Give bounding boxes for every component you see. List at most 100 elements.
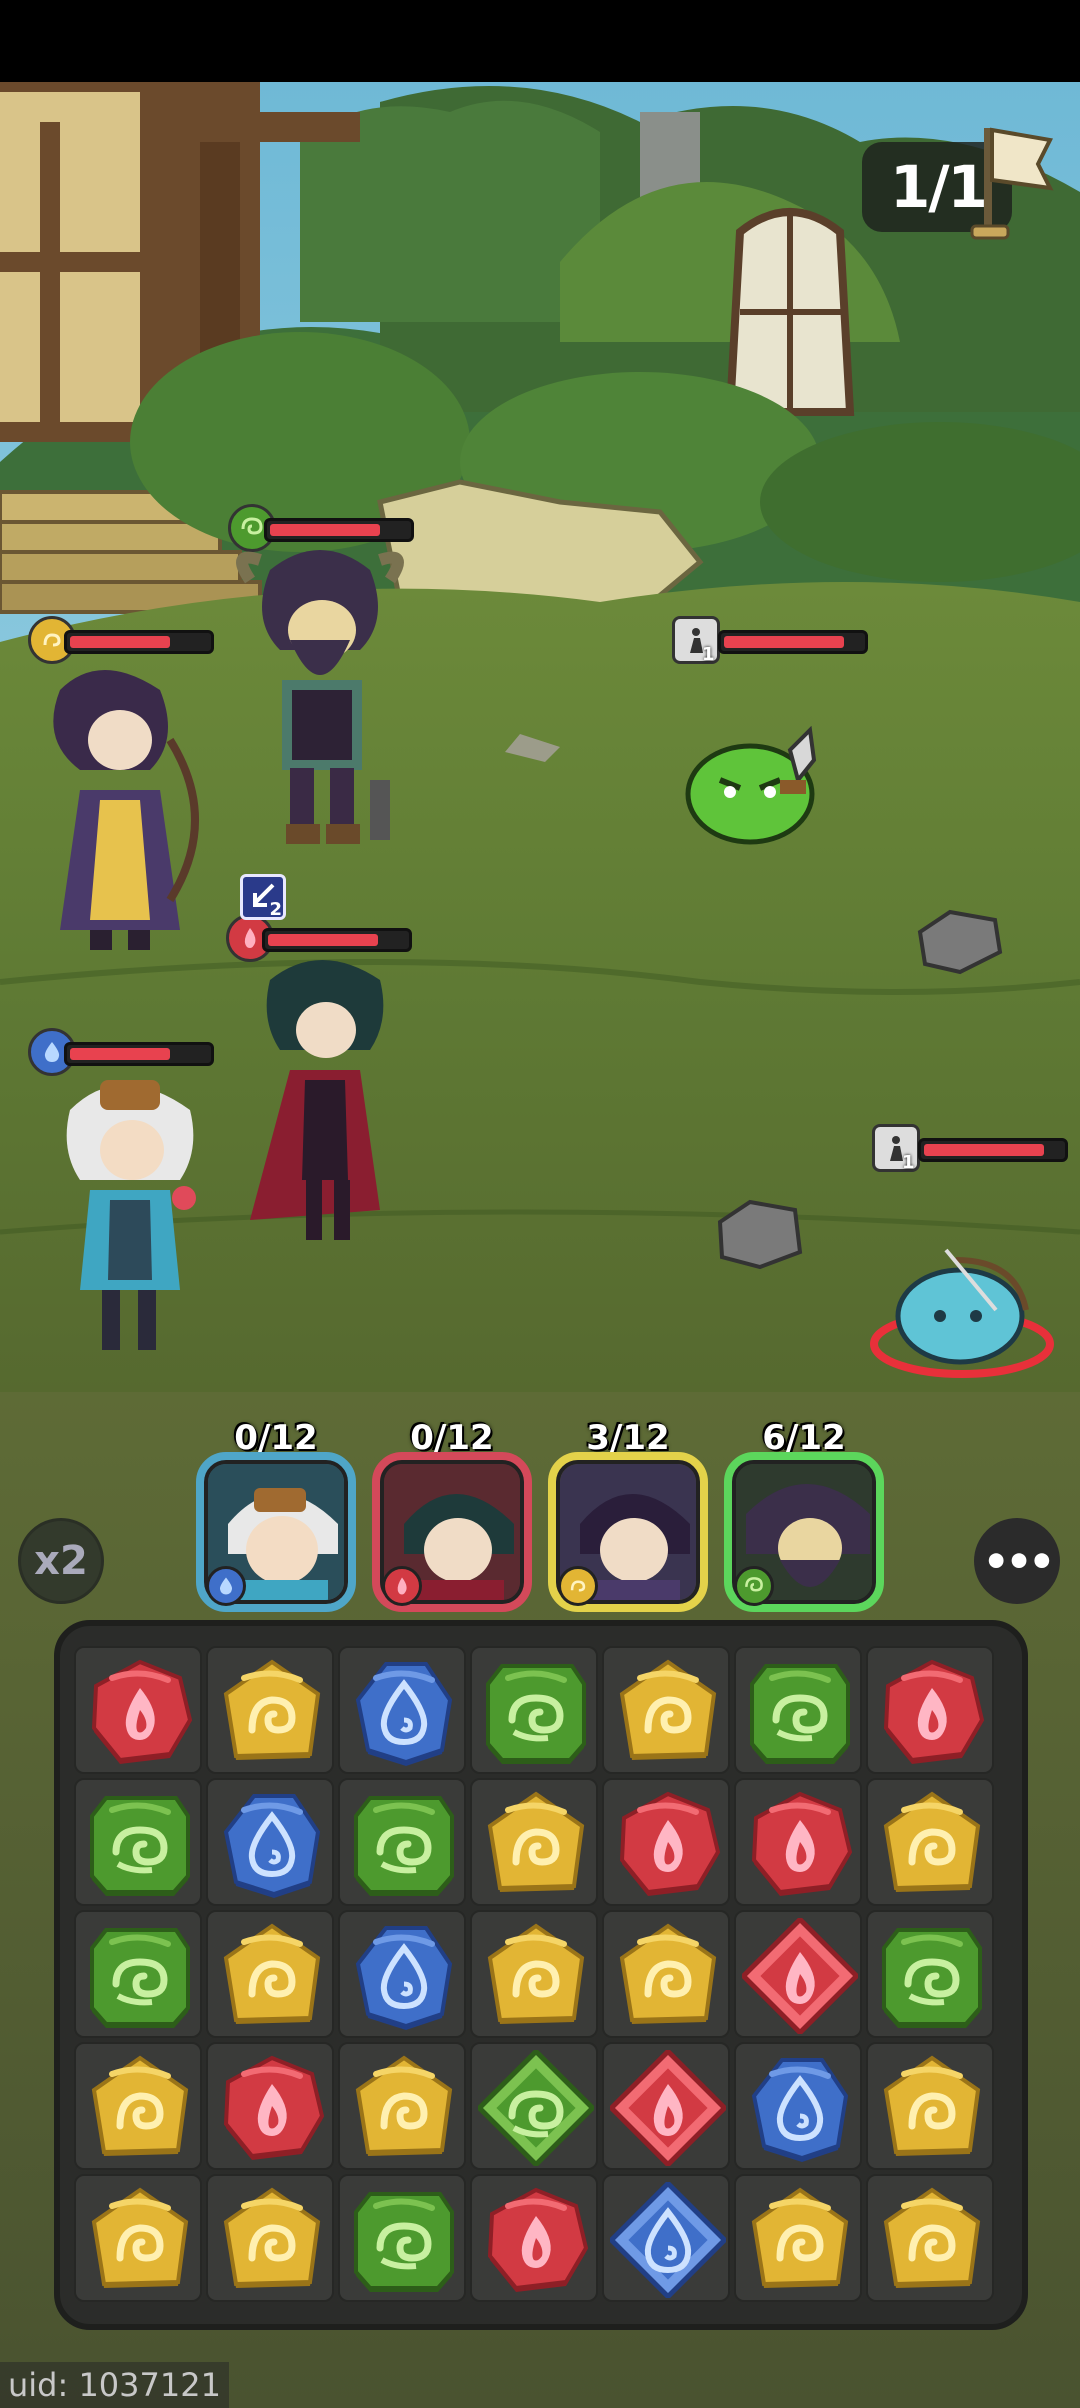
enemy-2-hp-bar [918,1138,1068,1162]
warrior-hp-bar [264,518,414,542]
fire-gem[interactable] [602,1778,730,1906]
water-gem[interactable] [338,1646,466,1774]
hero-skill-warrior[interactable] [724,1440,892,1612]
tinker-character[interactable] [40,1070,220,1360]
green-slime-enemy[interactable] [680,720,840,850]
earth-gem-icon [223,1923,321,2024]
fire-gem[interactable] [734,1778,862,1906]
fire-gem-icon [751,1791,853,1896]
buff-badge-value: 2 [269,899,282,920]
wind-gem-icon [750,1664,850,1764]
earth-gem-icon [91,2055,189,2156]
earth-gem-icon [487,1791,585,1892]
archer-character[interactable] [20,660,220,960]
earth-gem-icon [619,1659,717,1760]
earth-gem-icon [223,2187,321,2288]
water-element-icon [206,1566,246,1606]
wind-gem[interactable] [470,1646,598,1774]
special-wind-gem[interactable] [470,2042,598,2170]
wind-gem-icon [486,1664,586,1764]
earth-gem[interactable] [206,2174,334,2302]
attack-buff-badge: 2 [240,874,286,920]
fire-gem-icon [619,1791,721,1896]
enemy-1-level: 1 [702,644,715,665]
water-gem-icon [610,2182,726,2298]
swordsman-character[interactable] [230,950,410,1250]
earth-gem-icon [619,1923,717,2024]
water-gem[interactable] [734,2042,862,2170]
status-bar [0,0,1080,82]
fire-gem-icon [91,1659,193,1764]
earth-gem[interactable] [866,2042,994,2170]
special-fire-gem[interactable] [734,1910,862,2038]
gem-grid [74,1646,1006,2310]
earth-gem-icon [487,1923,585,2024]
earth-gem[interactable] [866,2174,994,2302]
wind-gem-icon [354,1796,454,1896]
earth-gem[interactable] [206,1646,334,1774]
enemy-1-hp-bar [718,630,868,654]
more-menu-button[interactable]: ••• [974,1518,1060,1604]
fire-gem[interactable] [74,1646,202,1774]
earth-gem-icon [751,2187,849,2288]
wind-gem-icon [882,1928,982,2028]
earth-gem[interactable] [470,1910,598,2038]
water-gem-icon [751,2058,849,2162]
earth-gem[interactable] [602,1910,730,2038]
speed-label: x2 [34,1538,88,1584]
earth-gem[interactable] [602,1646,730,1774]
water-gem-icon [355,1662,453,1766]
wind-gem[interactable] [338,1778,466,1906]
earth-gem[interactable] [866,1778,994,1906]
hero-skill-swordsman[interactable] [372,1440,540,1612]
earth-gem[interactable] [74,2042,202,2170]
earth-gem-icon [355,2055,453,2156]
water-gem-icon [223,1794,321,1898]
wind-gem-icon [90,1796,190,1896]
fire-element-icon [382,1566,422,1606]
hero-skill-archer[interactable] [548,1440,716,1612]
tinker-hp-bar [64,1042,214,1066]
water-gem[interactable] [338,1910,466,2038]
earth-gem[interactable] [470,1778,598,1906]
wind-gem-icon [478,2050,594,2166]
fire-gem[interactable] [470,2174,598,2302]
blue-slime-enemy[interactable] [866,1240,1056,1390]
earth-gem-icon [91,2187,189,2288]
earth-gem-icon [223,1659,321,1760]
fire-gem[interactable] [866,1646,994,1774]
hero-skill-tinker[interactable] [196,1440,364,1612]
archer-hp-bar [64,630,214,654]
earth-gem[interactable] [206,1910,334,2038]
water-gem-icon [355,1926,453,2030]
wind-gem[interactable] [338,2174,466,2302]
more-icon: ••• [982,1536,1056,1586]
earth-gem-icon [883,2055,981,2156]
enemy-2-level: 1 [902,1152,915,1173]
earth-gem[interactable] [338,2042,466,2170]
special-water-gem[interactable] [602,2174,730,2302]
user-id-label: uid: 1037121 [0,2362,229,2408]
wind-gem-icon [354,2192,454,2292]
fire-gem-icon [610,2050,726,2166]
fire-gem[interactable] [206,2042,334,2170]
wind-gem[interactable] [74,1778,202,1906]
earth-gem[interactable] [74,2174,202,2302]
stage-flag-icon [970,127,1054,240]
swordsman-hp-bar [262,928,412,952]
speed-toggle-button[interactable]: x2 [18,1518,104,1604]
earth-gem-icon [883,1791,981,1892]
wind-gem[interactable] [734,1646,862,1774]
earth-gem-icon [883,2187,981,2288]
fire-gem-icon [223,2055,325,2160]
water-gem[interactable] [206,1778,334,1906]
fire-gem-icon [883,1659,985,1764]
warrior-character[interactable] [220,540,420,860]
fire-gem-icon [742,1918,858,2034]
special-fire-gem[interactable] [602,2042,730,2170]
wind-gem[interactable] [74,1910,202,2038]
earth-gem[interactable] [734,2174,862,2302]
fire-gem-icon [487,2187,589,2292]
wind-gem[interactable] [866,1910,994,2038]
wind-gem-icon [90,1928,190,2028]
